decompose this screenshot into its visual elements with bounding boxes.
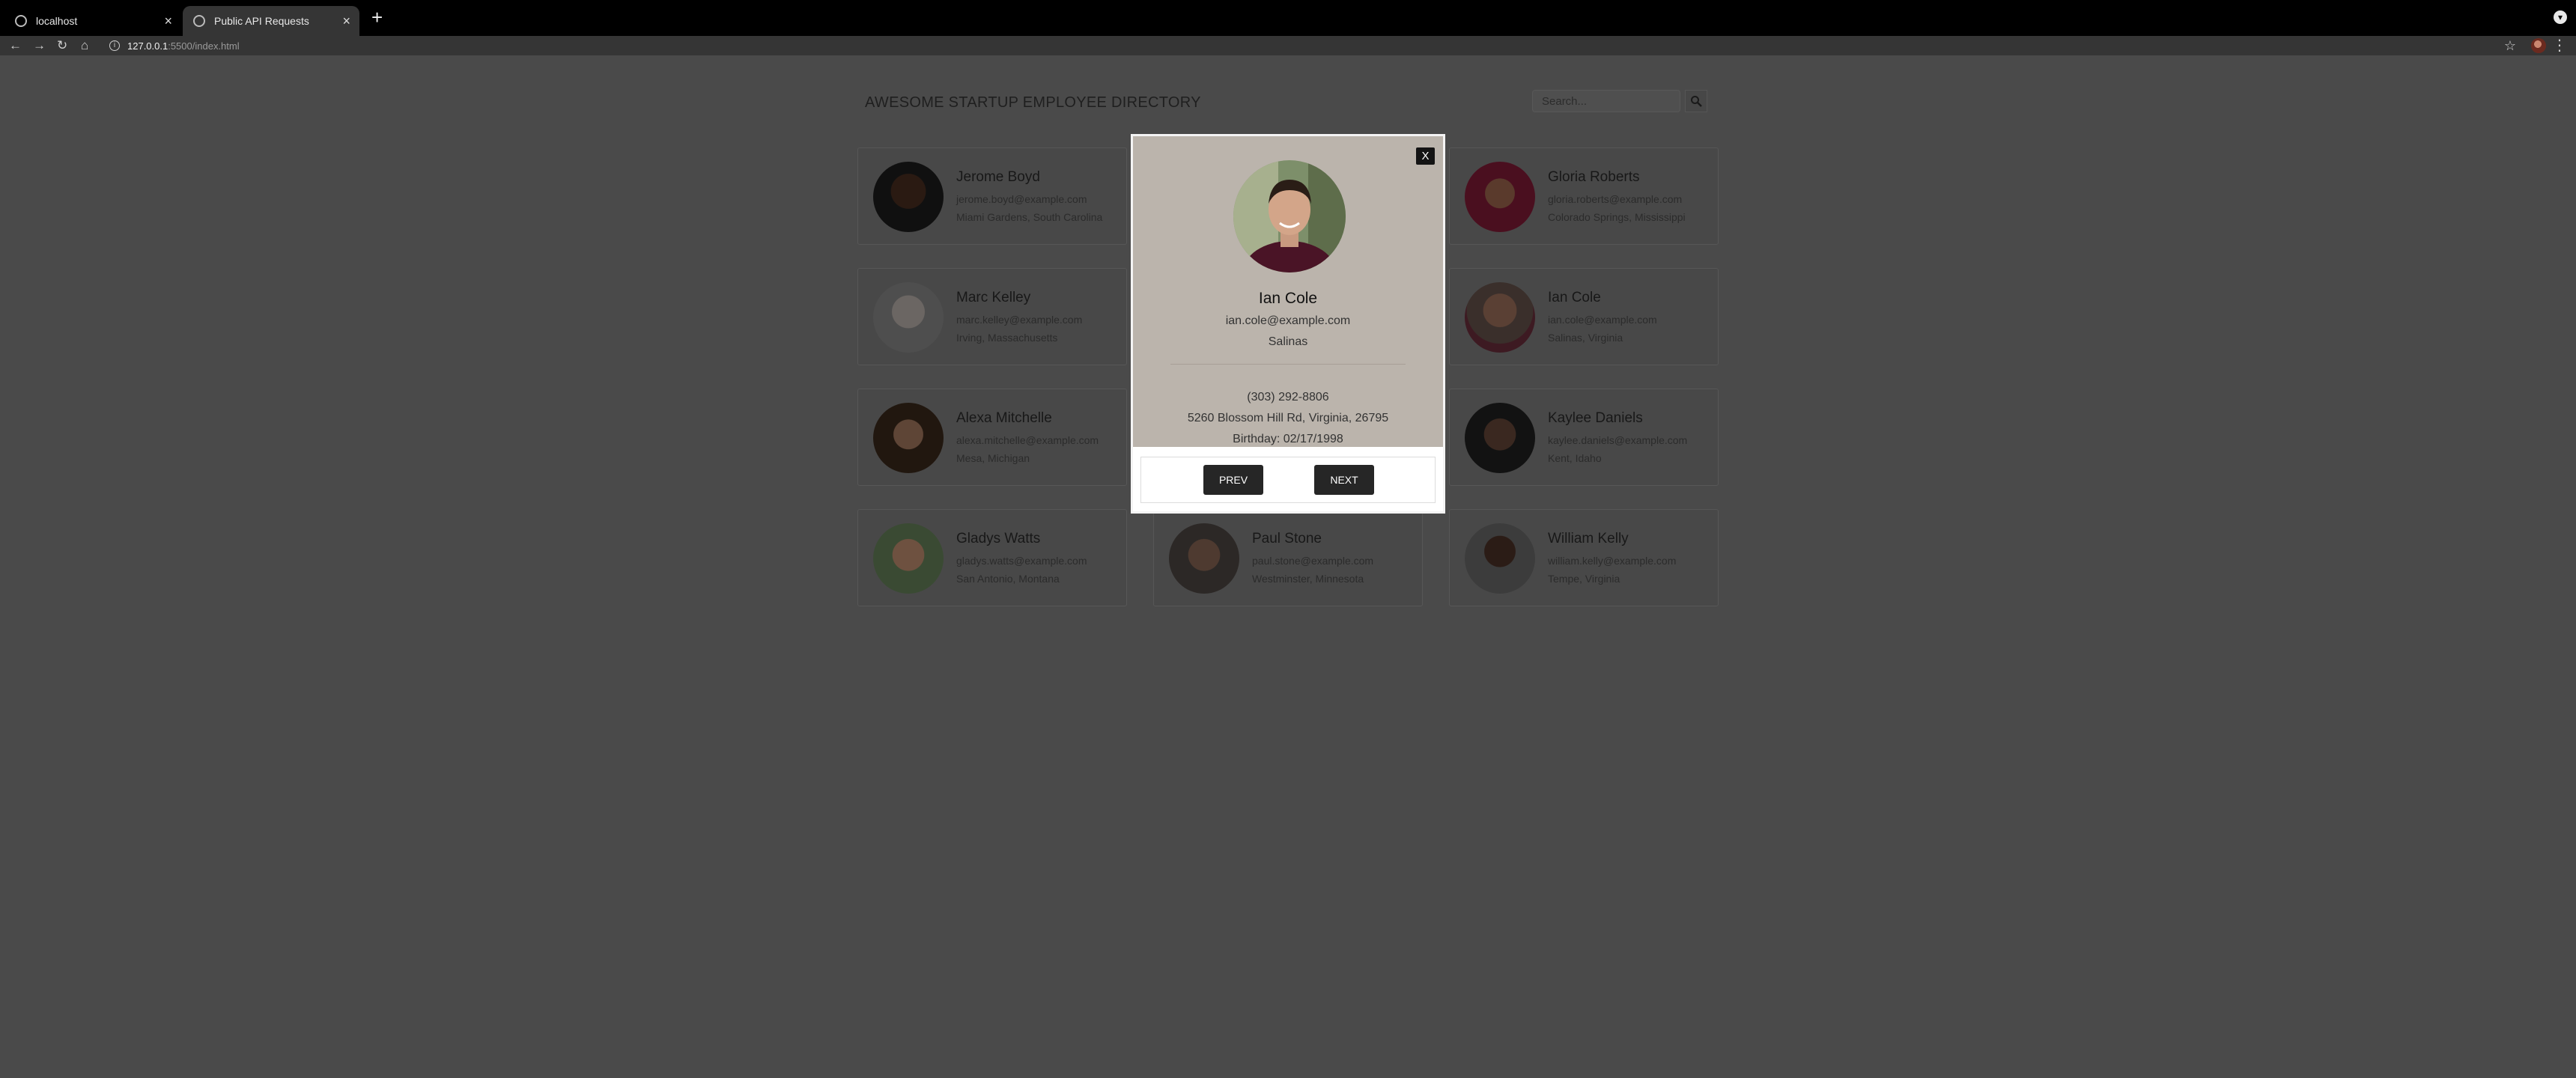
employee-email: ian.cole@example.com [1548, 314, 1657, 326]
back-icon[interactable]: ← [9, 36, 22, 55]
avatar [873, 162, 944, 232]
employee-name: Ian Cole [1548, 290, 1601, 305]
url-host: 127.0.0.1 [127, 40, 168, 52]
employee-card[interactable]: Jerome Boyd jerome.boyd@example.com Miam… [857, 147, 1127, 245]
bookmark-star-icon[interactable]: ☆ [2504, 36, 2516, 55]
new-tab-icon[interactable]: + [371, 7, 383, 27]
browser-tab-localhost[interactable]: localhost × [4, 6, 181, 36]
search-icon [1691, 96, 1702, 107]
close-icon[interactable]: × [342, 13, 350, 29]
person-photo-icon [1233, 160, 1346, 272]
employee-name: Kaylee Daniels [1548, 410, 1643, 426]
employee-card[interactable]: William Kelly william.kelly@example.com … [1449, 509, 1719, 606]
employee-name: Gloria Roberts [1548, 169, 1640, 185]
search-form [1532, 90, 1707, 112]
close-icon[interactable]: × [164, 13, 172, 29]
employee-name: Jerome Boyd [956, 169, 1040, 185]
search-button[interactable] [1685, 90, 1707, 112]
globe-icon [15, 15, 27, 27]
profile-avatar[interactable] [2531, 38, 2546, 53]
globe-icon [193, 15, 205, 27]
employee-name: William Kelly [1548, 531, 1629, 546]
employee-card[interactable]: Gloria Roberts gloria.roberts@example.co… [1449, 147, 1719, 245]
modal-employee-phone: (303) 292-8806 [1247, 391, 1329, 404]
employee-email: william.kelly@example.com [1548, 555, 1677, 567]
browser-toolbar: ← → ↻ ⌂ i 127.0.0.1:5500/index.html ☆ ⋮ [0, 36, 2576, 55]
tab-title: Public API Requests [214, 15, 309, 27]
employee-location: Tempe, Virginia [1548, 573, 1620, 585]
avatar [1465, 282, 1535, 353]
url-path: :5500/index.html [168, 40, 240, 52]
reload-icon[interactable]: ↻ [57, 36, 67, 55]
tab-search-icon[interactable]: ▾ [2554, 10, 2567, 24]
employee-location: San Antonio, Montana [956, 573, 1060, 585]
browser-menu-icon[interactable]: ⋮ [2552, 36, 2567, 55]
modal-nav-buttons: PREV NEXT [1140, 457, 1436, 503]
site-info-icon[interactable]: i [109, 40, 120, 51]
avatar [873, 282, 944, 353]
employee-email: gladys.watts@example.com [956, 555, 1087, 567]
modal-close-button[interactable]: X [1416, 147, 1435, 165]
browser-tab-public-api-requests[interactable]: Public API Requests × [183, 6, 359, 36]
modal-footer: PREV NEXT [1133, 447, 1443, 511]
avatar [873, 403, 944, 473]
modal-employee-city: Salinas [1268, 335, 1308, 348]
employee-name: Paul Stone [1252, 531, 1322, 546]
avatar [1465, 403, 1535, 473]
modal-employee-email: ian.cole@example.com [1225, 314, 1351, 327]
employee-location: Kent, Idaho [1548, 452, 1602, 464]
employee-card[interactable]: Alexa Mitchelle alexa.mitchelle@example.… [857, 389, 1127, 486]
employee-card[interactable]: Ian Cole ian.cole@example.com Salinas, V… [1449, 268, 1719, 365]
employee-email: alexa.mitchelle@example.com [956, 434, 1099, 446]
modal-avatar [1233, 160, 1346, 272]
employee-email: marc.kelley@example.com [956, 314, 1083, 326]
employee-location: Miami Gardens, South Carolina [956, 211, 1103, 223]
employee-card[interactable]: Marc Kelley marc.kelley@example.com Irvi… [857, 268, 1127, 365]
address-bar[interactable]: i 127.0.0.1:5500/index.html [109, 37, 2483, 55]
employee-email: paul.stone@example.com [1252, 555, 1374, 567]
prev-button[interactable]: PREV [1203, 465, 1263, 495]
employee-location: Irving, Massachusetts [956, 332, 1058, 344]
search-input[interactable] [1532, 90, 1680, 112]
employee-card[interactable]: Gladys Watts gladys.watts@example.com Sa… [857, 509, 1127, 606]
browser-tab-bar: localhost × Public API Requests × + ▾ [0, 0, 2576, 36]
employee-modal: X Ian Cole ian.cole@example.com Salinas … [1131, 134, 1445, 514]
forward-icon[interactable]: → [33, 36, 46, 55]
employee-location: Salinas, Virginia [1548, 332, 1623, 344]
avatar [1169, 523, 1239, 594]
modal-divider [1170, 364, 1406, 365]
modal-employee-birthday: Birthday: 02/17/1998 [1233, 433, 1343, 445]
modal-employee-name: Ian Cole [1258, 290, 1318, 307]
employee-card[interactable]: Kaylee Daniels kaylee.daniels@example.co… [1449, 389, 1719, 486]
employee-location: Colorado Springs, Mississippi [1548, 211, 1686, 223]
employee-location: Mesa, Michigan [956, 452, 1030, 464]
employee-email: kaylee.daniels@example.com [1548, 434, 1688, 446]
employee-email: jerome.boyd@example.com [956, 193, 1087, 205]
employee-name: Gladys Watts [956, 531, 1041, 546]
modal-employee-address: 5260 Blossom Hill Rd, Virginia, 26795 [1187, 412, 1389, 424]
avatar [1465, 523, 1535, 594]
tab-title: localhost [36, 15, 78, 27]
next-button[interactable]: NEXT [1314, 465, 1374, 495]
employee-email: gloria.roberts@example.com [1548, 193, 1683, 205]
home-icon[interactable]: ⌂ [81, 36, 88, 55]
page-title: AWESOME STARTUP EMPLOYEE DIRECTORY [865, 94, 1201, 111]
avatar [1465, 162, 1535, 232]
employee-name: Alexa Mitchelle [956, 410, 1052, 426]
employee-location: Westminster, Minnesota [1252, 573, 1364, 585]
avatar [873, 523, 944, 594]
employee-name: Marc Kelley [956, 290, 1031, 305]
employee-card[interactable]: Paul Stone paul.stone@example.com Westmi… [1153, 509, 1423, 606]
